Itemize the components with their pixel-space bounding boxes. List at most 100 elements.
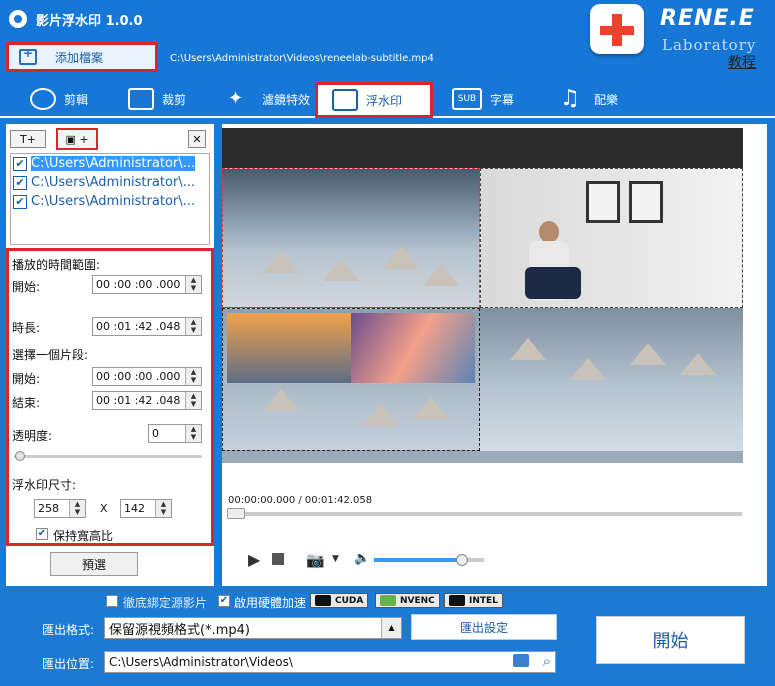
player-panel: 00:00:00.000 / 00:01:42.058 ▶ 📷 ▼ 🔈: [222, 124, 767, 586]
frame-shape: [586, 181, 620, 223]
intel-badge: INTEL: [444, 593, 503, 608]
salt-mound: [510, 338, 546, 360]
opacity-input[interactable]: 0 ▲ ▼: [148, 424, 202, 443]
add-file-label: 添加檔案: [55, 50, 104, 65]
person-legs: [525, 267, 581, 299]
folder-icon[interactable]: [513, 654, 529, 667]
tab-label: 剪輯: [64, 92, 89, 107]
preview-button[interactable]: 預選: [50, 552, 138, 576]
nvidia-icon: [315, 595, 331, 606]
tab-subtitle[interactable]: SUB 字幕: [452, 82, 514, 116]
cuda-badge: CUDA: [310, 593, 369, 608]
watermark-image-3[interactable]: [222, 308, 480, 451]
segment-start-input[interactable]: 00 :00 :00 .000 ▲ ▼: [92, 367, 202, 386]
chevron-up-icon[interactable]: ▲: [381, 618, 401, 638]
format-select[interactable]: 保留源視頻格式(*.mp4) ▲: [104, 617, 402, 639]
add-text-watermark-button[interactable]: T+: [10, 130, 46, 148]
opacity-slider-knob[interactable]: [15, 451, 25, 461]
spin-arrows-icon[interactable]: ▲ ▼: [69, 500, 85, 517]
keep-ratio-checkbox[interactable]: ✔: [36, 528, 48, 540]
size-x-label: X: [100, 502, 108, 515]
seg-start-label: 開始:: [12, 372, 41, 386]
spin-arrows-icon[interactable]: ▲ ▼: [185, 392, 201, 409]
renee-logo-icon: [590, 4, 644, 54]
tab-crop[interactable]: 裁剪: [128, 82, 186, 116]
tab-bar: 剪輯 裁剪 ✦ 濾鏡特效 浮水印 SUB 字幕 ♫ 配樂: [0, 80, 775, 118]
tab-label: 裁剪: [162, 92, 187, 107]
spin-arrows-icon[interactable]: ▲ ▼: [185, 425, 201, 442]
tab-watermark[interactable]: 浮水印: [315, 82, 433, 118]
checkbox-checked-icon[interactable]: ✔: [13, 194, 27, 209]
segment-label: 選擇一個片段:: [12, 348, 89, 362]
crop-icon: [128, 88, 154, 110]
camera-icon[interactable]: 📷: [306, 551, 325, 569]
list-item[interactable]: ✔ C:\Users\Administrator\...: [11, 154, 209, 173]
add-image-watermark-button[interactable]: ▣ +: [56, 128, 98, 150]
film-cut-icon: [30, 88, 56, 110]
checkbox-checked-icon[interactable]: ✔: [13, 175, 27, 190]
play-icon[interactable]: ▶: [248, 550, 260, 569]
play-range-label: 播放的時間範圍:: [12, 258, 101, 272]
remove-watermark-button[interactable]: ✕: [188, 130, 206, 148]
hw-accel-label: 啟用硬體加速: [234, 596, 307, 610]
list-item[interactable]: ✔ C:\Users\Administrator\...: [11, 192, 209, 211]
salt-mound: [323, 259, 359, 281]
segment-end-input[interactable]: 00 :01 :42 .048 ▲ ▼: [92, 391, 202, 410]
height-input[interactable]: 142 ▲ ▼: [120, 499, 172, 518]
spin-arrows-icon[interactable]: ▲ ▼: [155, 500, 171, 517]
decode-label: 徹底綁定源影片: [123, 596, 208, 610]
watermark-image-2[interactable]: [480, 168, 743, 308]
spin-arrows-icon[interactable]: ▲ ▼: [185, 318, 201, 335]
list-item[interactable]: ✔ C:\Users\Administrator\...: [11, 173, 209, 192]
checkbox-checked-icon[interactable]: ✔: [13, 156, 27, 171]
tab-music[interactable]: ♫ 配樂: [560, 82, 618, 116]
chevron-down-icon[interactable]: ▼: [332, 554, 339, 564]
volume-knob[interactable]: [456, 554, 468, 566]
stop-icon[interactable]: [272, 553, 284, 565]
tab-label: 字幕: [490, 92, 515, 107]
person-head: [539, 221, 559, 243]
duration-label: 時長:: [12, 321, 41, 335]
width-input[interactable]: 258 ▲ ▼: [34, 499, 86, 518]
salt-mound: [363, 404, 399, 426]
spin-arrows-icon[interactable]: ▲ ▼: [185, 276, 201, 293]
add-file-icon: [19, 46, 37, 65]
tab-label: 浮水印: [366, 93, 403, 108]
watermark-icon: [332, 89, 358, 111]
start-button[interactable]: 開始: [596, 616, 745, 664]
logo-brand-text: RENE.E: [660, 6, 755, 31]
decode-checkbox[interactable]: [106, 595, 118, 607]
start-time-input[interactable]: 00 :00 :00 .000 ▲ ▼: [92, 275, 202, 294]
watermark-params: 播放的時間範圍: 開始: 00 :00 :00 .000 ▲ ▼ 時長: 00 :0…: [6, 248, 214, 546]
tutorial-link[interactable]: 教程: [728, 52, 756, 72]
add-file-button[interactable]: 添加檔案: [6, 42, 158, 72]
output-settings-button[interactable]: 匯出設定: [411, 614, 557, 640]
app-title: 影片浮水印 1.0.0: [36, 14, 143, 29]
tab-filters[interactable]: ✦ 濾鏡特效: [228, 82, 310, 116]
music-icon: ♫: [560, 86, 580, 111]
magic-wand-icon: ✦: [228, 88, 244, 109]
duration-input[interactable]: 00 :01 :42 .048 ▲ ▼: [92, 317, 202, 336]
app-logo-icon: [9, 10, 27, 28]
spin-arrows-icon[interactable]: ▲ ▼: [185, 368, 201, 385]
output-path-input[interactable]: C:\Users\Administrator\Videos\ ⌕: [104, 651, 556, 673]
salt-mound: [263, 251, 299, 273]
opacity-slider[interactable]: [14, 455, 202, 458]
start-label: 開始:: [12, 280, 41, 294]
video-frame: [222, 168, 743, 463]
progress-knob[interactable]: [227, 508, 245, 519]
progress-bar[interactable]: [227, 512, 742, 516]
hw-accel-checkbox[interactable]: ✔: [218, 595, 230, 607]
search-icon[interactable]: ⌕: [543, 652, 551, 670]
format-label: 匯出格式:: [42, 623, 95, 637]
time-display: 00:00:00.000 / 00:01:42.058: [228, 495, 373, 506]
video-preview: [222, 128, 743, 463]
current-file-path: C:\Users\Administrator\Videos\reneelab-s…: [170, 53, 434, 64]
volume-icon[interactable]: 🔈: [354, 551, 370, 566]
volume-level: [374, 558, 462, 562]
opacity-label: 透明度:: [12, 429, 53, 443]
watermark-image-1[interactable]: [222, 168, 480, 308]
tab-edit[interactable]: 剪輯: [30, 82, 88, 116]
seg-end-label: 結束:: [12, 396, 41, 410]
watermark-list: ✔ C:\Users\Administrator\... ✔ C:\Users\Ad…: [10, 153, 210, 245]
